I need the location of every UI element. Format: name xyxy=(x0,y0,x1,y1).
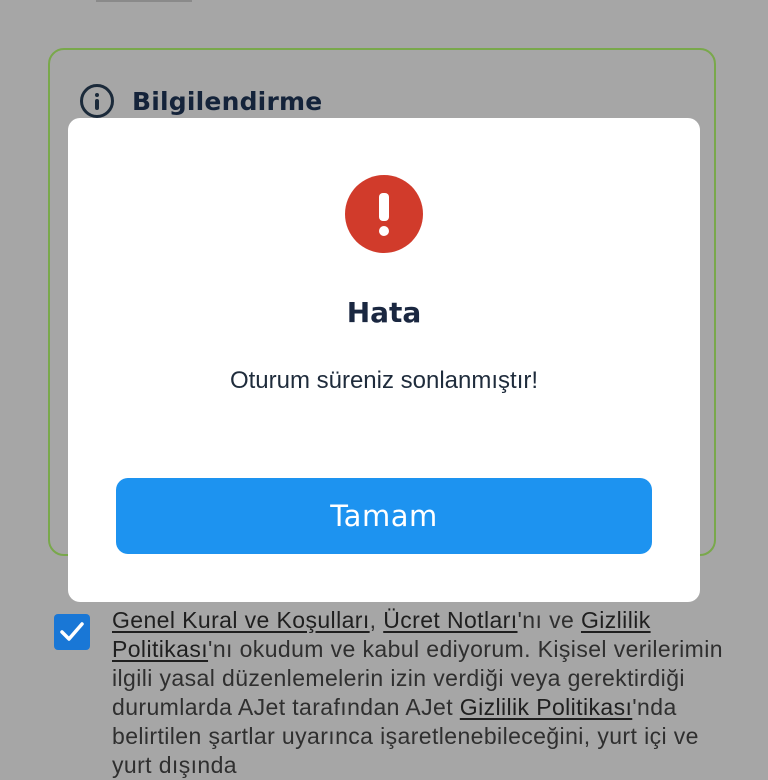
info-card-header: Bilgilendirme xyxy=(80,84,322,118)
top-bar-fragment xyxy=(96,0,192,2)
fee-notes-link[interactable]: Ücret Notları xyxy=(383,607,517,633)
dialog-message: Oturum süreniz sonlanmıştır! xyxy=(229,367,539,394)
info-circle-icon xyxy=(80,84,114,118)
dialog-title: Hata xyxy=(346,296,422,329)
consent-text-part-1: 'nı ve xyxy=(517,607,581,633)
info-card-title: Bilgilendirme xyxy=(132,86,323,116)
consent-text-separator: , xyxy=(369,607,384,633)
consent-text: Genel Kural ve Koşulları, Ücret Notları'… xyxy=(112,606,732,780)
general-terms-link[interactable]: Genel Kural ve Koşulları xyxy=(112,607,370,633)
error-dialog: Hata Oturum süreniz sonlanmıştır! Tamam xyxy=(68,118,700,602)
ok-button[interactable]: Tamam xyxy=(116,478,652,554)
consent-checkbox[interactable] xyxy=(54,614,90,650)
checkmark-icon xyxy=(60,622,84,641)
error-circle-icon xyxy=(345,175,423,253)
privacy-policy-link-2[interactable]: Gizlilik Politikası xyxy=(460,694,632,720)
